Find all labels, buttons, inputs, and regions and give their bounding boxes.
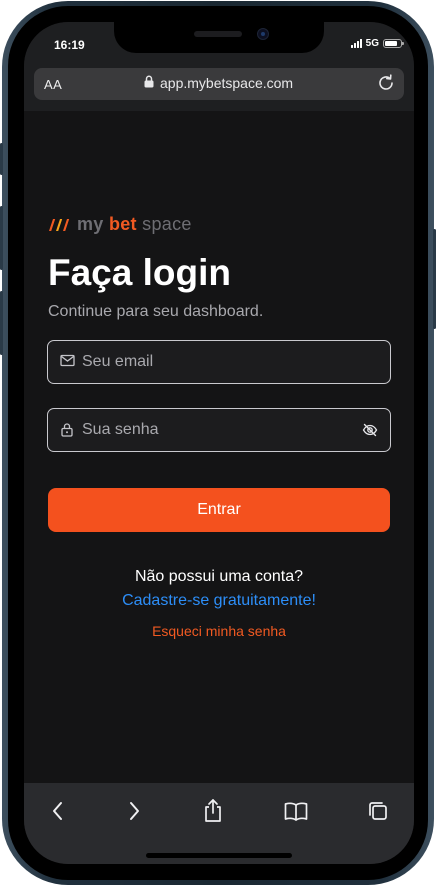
logo-wordmark: my bet space — [77, 214, 192, 234]
signup-link[interactable]: Cadastre-se gratuitamente! — [24, 592, 414, 610]
url-display[interactable]: app.mybetspace.com — [144, 75, 293, 91]
signal-icon — [350, 38, 362, 48]
page-title: Faça login — [48, 252, 231, 293]
battery-icon — [383, 38, 404, 48]
password-input[interactable] — [82, 409, 352, 451]
email-field[interactable] — [47, 340, 391, 384]
address-bar[interactable]: AA app.mybetspace.com — [34, 68, 404, 100]
home-indicator — [146, 853, 292, 858]
forgot-password-link[interactable]: Esqueci minha senha — [24, 623, 414, 639]
dynamic-island — [114, 22, 324, 53]
browser-address-area: AA app.mybetspace.com — [24, 68, 414, 111]
status-indicators: 5G — [350, 37, 404, 49]
text-size-button[interactable]: AA — [44, 77, 62, 92]
status-bar: 16:19 5G — [24, 22, 414, 68]
back-icon[interactable] — [48, 798, 68, 829]
screen: 16:19 5G AA app.mybetspace.com my bet sp… — [24, 22, 414, 864]
no-account-text: Não possui uma conta? — [134, 568, 304, 585]
bookmarks-icon[interactable] — [283, 798, 309, 829]
network-label: 5G — [365, 37, 379, 49]
email-input[interactable] — [82, 341, 352, 383]
brand-logo[interactable]: my bet space — [48, 214, 192, 235]
reload-icon[interactable] — [376, 73, 396, 98]
lock-icon — [60, 422, 74, 442]
mail-icon — [60, 354, 75, 372]
forward-icon[interactable] — [124, 798, 144, 829]
login-button[interactable]: Entrar — [48, 488, 390, 532]
logo-mark-icon — [49, 218, 70, 231]
browser-toolbar — [24, 783, 414, 864]
lock-icon — [144, 75, 154, 91]
eye-off-icon[interactable] — [362, 422, 378, 443]
volume-up-button — [0, 206, 3, 270]
password-field[interactable] — [47, 408, 391, 452]
action-button — [0, 143, 3, 175]
front-camera — [257, 28, 269, 40]
share-icon[interactable] — [202, 798, 224, 829]
status-time: 16:19 — [54, 38, 85, 52]
page-content: my bet space Faça login Continue para se… — [24, 111, 414, 783]
volume-down-button — [0, 291, 3, 355]
page-subtitle: Continue para seu dashboard. — [48, 303, 264, 320]
earpiece-speaker — [194, 31, 242, 37]
url-text: app.mybetspace.com — [160, 75, 294, 91]
power-button — [433, 229, 436, 329]
tabs-icon[interactable] — [366, 798, 390, 829]
